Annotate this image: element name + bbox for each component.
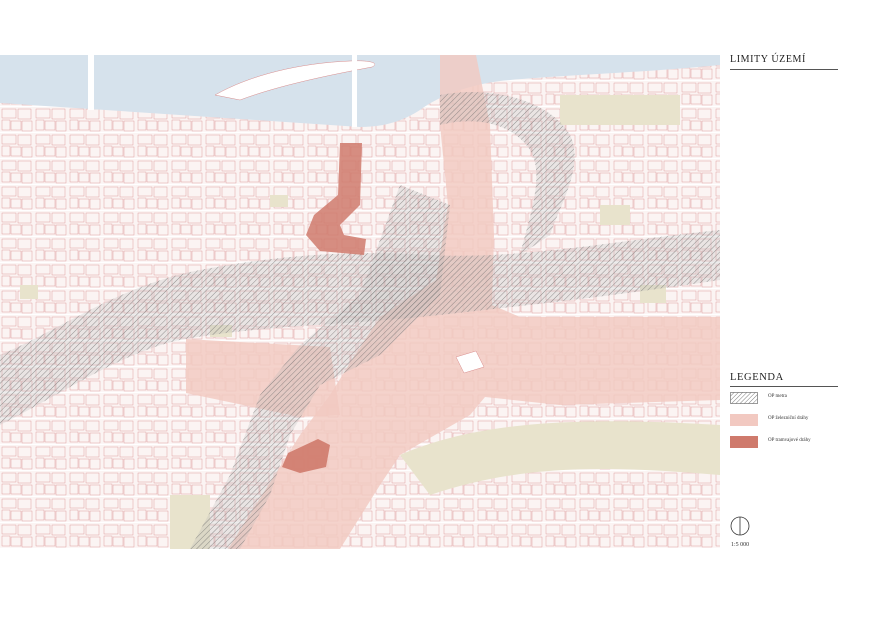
legend-item-railway: OP železniční dráhy xyxy=(730,414,850,428)
legend-item-metro: OP metra xyxy=(730,392,850,406)
legend-label-railway: OP železniční dráhy xyxy=(768,416,809,421)
map-canvas xyxy=(0,55,720,549)
north-arrow-icon xyxy=(730,516,750,536)
legend-title: LEGENDA xyxy=(730,372,838,387)
map-area[interactable] xyxy=(0,55,720,549)
bridge-west xyxy=(88,55,94,110)
railway-swatch xyxy=(730,414,758,426)
legend-item-tram: OP tramvajové dráhy xyxy=(730,436,850,450)
map-title: LIMITY ÚZEMÍ xyxy=(730,54,838,70)
tram-swatch xyxy=(730,436,758,448)
legend-label-tram: OP tramvajové dráhy xyxy=(768,438,811,443)
bridge-east xyxy=(352,55,357,127)
metro-swatch xyxy=(730,392,758,404)
scale-label: 1:5 000 xyxy=(731,542,750,548)
legend-label-metro: OP metra xyxy=(768,394,787,399)
